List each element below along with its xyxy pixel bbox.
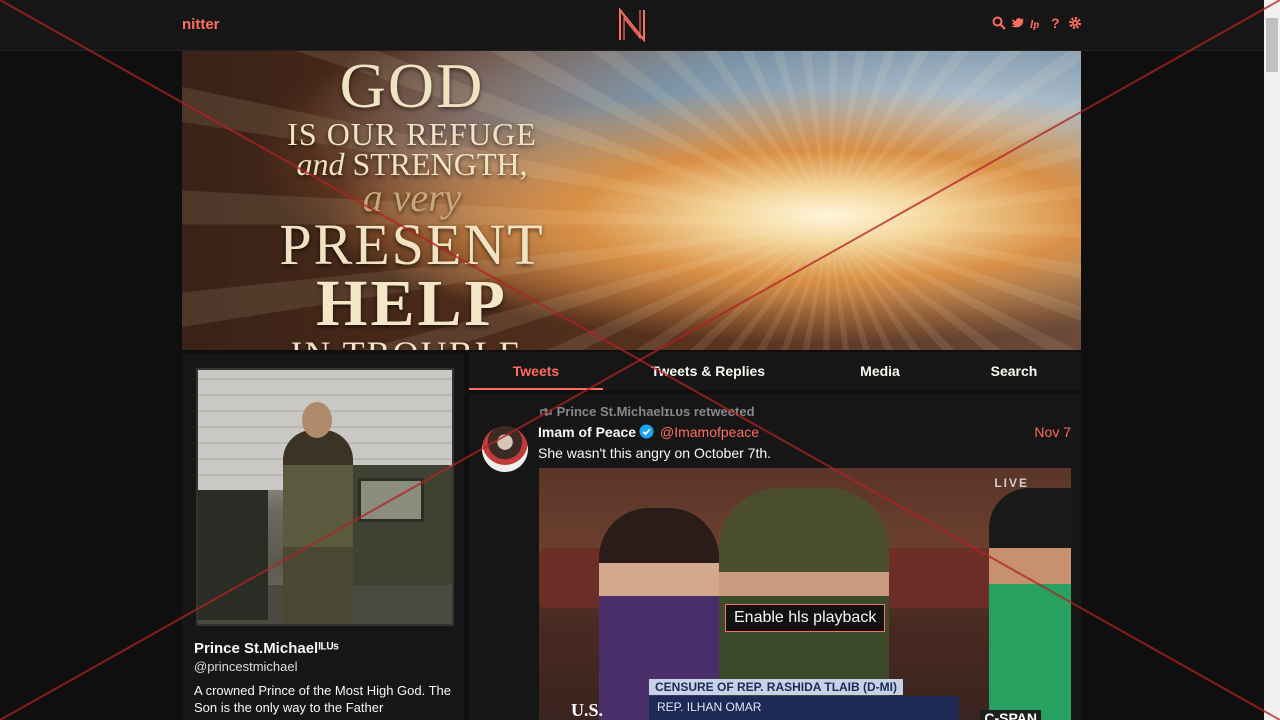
banner-line: GOD — [339, 51, 485, 121]
nav-icons: lp ? — [992, 15, 1082, 32]
tweet-avatar[interactable] — [482, 426, 528, 472]
photo-equipment — [198, 490, 268, 620]
profile-name[interactable]: Prince St.Michaelᴵᴸᵁˢ — [194, 640, 339, 657]
tweet-author-name[interactable]: Imam of Peace — [538, 424, 636, 440]
brand-link[interactable]: nitter — [182, 16, 220, 33]
video-chyron-title: CENSURE OF REP. RASHIDA TLAIB (D-MI) — [649, 679, 904, 695]
gear-icon[interactable] — [1068, 16, 1082, 32]
timeline-tabs: Tweets Tweets & Replies Media Search — [469, 352, 1081, 390]
tweet-video[interactable]: LIVE Enable hls playback U.S. CENSURE OF… — [539, 468, 1071, 720]
timeline: Prince St.Michaelɪʟᴜs retweeted Imam of … — [469, 394, 1081, 720]
video-network-label: C-SPAN — [980, 710, 1041, 720]
profile-handle[interactable]: @princestmichael — [194, 659, 298, 674]
live-label: LIVE — [994, 476, 1029, 490]
retweet-icon — [540, 407, 552, 417]
profile-avatar[interactable] — [196, 368, 454, 626]
tweet-author-handle[interactable]: @Imamofpeace — [660, 424, 759, 440]
tweet-text: She wasn't this angry on October 7th. — [538, 445, 772, 461]
banner-line: IN TROUBLE. — [222, 335, 602, 350]
banner-line: PRESENT — [279, 212, 545, 277]
banner-italic-word: and — [296, 146, 345, 182]
video-chyron-name: REP. ILHAN OMAR — [649, 696, 959, 720]
banner-line: IS OUR REFUGE — [287, 116, 537, 152]
svg-text:lp: lp — [1030, 17, 1039, 30]
profile-banner[interactable]: GOD IS OUR REFUGE and STRENGTH, a very P… — [182, 51, 1081, 350]
search-icon[interactable] — [992, 16, 1006, 32]
tweet-date[interactable]: Nov 7 — [1034, 424, 1071, 440]
banner-text: GOD IS OUR REFUGE and STRENGTH, a very P… — [222, 51, 602, 351]
retweet-header-text: Prince St.Michaelɪʟᴜs retweeted — [556, 404, 755, 419]
tab-tweets[interactable]: Tweets — [469, 352, 603, 390]
page-scrollbar[interactable] — [1264, 0, 1280, 720]
twitter-bird-icon[interactable] — [1011, 16, 1025, 32]
svg-text:?: ? — [1051, 16, 1060, 30]
enable-hls-button[interactable]: Enable hls playback — [725, 604, 886, 632]
tab-media[interactable]: Media — [840, 352, 920, 390]
tab-tweets-replies[interactable]: Tweets & Replies — [633, 352, 783, 390]
profile-card: Prince St.Michaelᴵᴸᵁˢ @princestmichael A… — [182, 354, 464, 720]
nitter-logo-icon[interactable] — [617, 8, 647, 42]
photo-person-head — [302, 402, 332, 438]
retweet-header[interactable]: Prince St.Michaelɪʟᴜs retweeted — [539, 404, 755, 419]
top-navbar: nitter lp ? — [0, 0, 1264, 51]
tab-search[interactable]: Search — [974, 352, 1054, 390]
video-person — [989, 488, 1071, 720]
photo-truck-window — [358, 478, 424, 522]
question-icon[interactable]: ? — [1049, 15, 1063, 32]
lp-icon[interactable]: lp — [1030, 16, 1044, 32]
profile-bio: A crowned Prince of the Most High God. T… — [194, 683, 452, 715]
photo-person — [283, 430, 353, 624]
scrollbar-thumb[interactable] — [1266, 18, 1278, 72]
video-us-text: U.S. — [571, 700, 604, 720]
banner-line: HELP — [316, 267, 508, 340]
verified-badge-icon — [639, 424, 654, 439]
